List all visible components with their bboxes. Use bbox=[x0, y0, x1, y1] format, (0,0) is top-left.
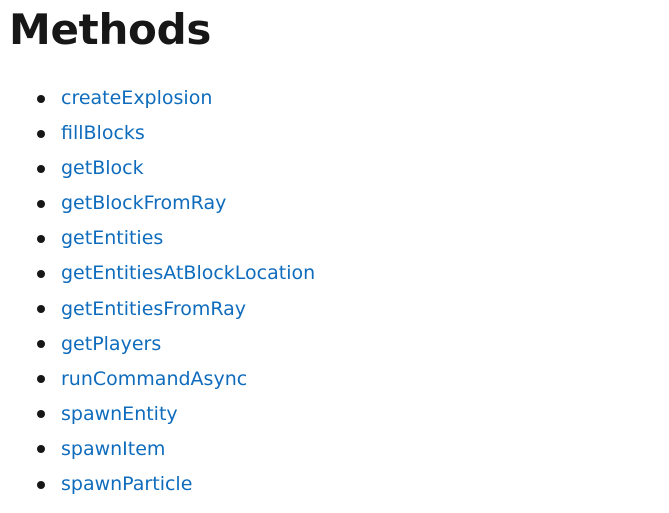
list-item: createExplosion bbox=[0, 81, 315, 116]
bullet-icon bbox=[37, 129, 45, 138]
list-item: getBlock bbox=[0, 151, 315, 186]
method-link-run-command-async[interactable]: runCommandAsync bbox=[61, 368, 247, 390]
bullet-icon bbox=[37, 410, 45, 419]
list-item: fillBlocks bbox=[0, 116, 315, 151]
list-item: getPlayers bbox=[0, 327, 315, 362]
bullet-icon bbox=[37, 480, 45, 489]
method-link-get-block[interactable]: getBlock bbox=[61, 157, 144, 179]
method-link-spawn-entity[interactable]: spawnEntity bbox=[61, 403, 178, 425]
bullet-icon bbox=[37, 305, 45, 314]
method-link-get-block-from-ray[interactable]: getBlockFromRay bbox=[61, 192, 226, 214]
list-item: spawnItem bbox=[0, 432, 315, 467]
bullet-icon bbox=[37, 234, 45, 243]
bullet-icon bbox=[37, 94, 45, 103]
list-item: runCommandAsync bbox=[0, 362, 315, 397]
section-heading: Methods bbox=[9, 5, 212, 54]
list-item: getEntitiesAtBlockLocation bbox=[0, 256, 315, 291]
method-link-create-explosion[interactable]: createExplosion bbox=[61, 87, 212, 109]
method-link-spawn-particle[interactable]: spawnParticle bbox=[61, 473, 192, 495]
list-item: getBlockFromRay bbox=[0, 186, 315, 221]
methods-list: createExplosion fillBlocks getBlock getB… bbox=[0, 81, 315, 502]
bullet-icon bbox=[37, 199, 45, 208]
list-item: getEntities bbox=[0, 221, 315, 256]
method-link-get-entities-from-ray[interactable]: getEntitiesFromRay bbox=[61, 298, 246, 320]
bullet-icon bbox=[37, 445, 45, 454]
methods-section: Methods createExplosion fillBlocks getBl… bbox=[0, 0, 669, 513]
bullet-icon bbox=[37, 375, 45, 384]
method-link-get-players[interactable]: getPlayers bbox=[61, 333, 161, 355]
list-item: spawnParticle bbox=[0, 467, 315, 502]
method-link-get-entities[interactable]: getEntities bbox=[61, 227, 163, 249]
method-link-fill-blocks[interactable]: fillBlocks bbox=[61, 122, 145, 144]
list-item: getEntitiesFromRay bbox=[0, 292, 315, 327]
list-item: spawnEntity bbox=[0, 397, 315, 432]
bullet-icon bbox=[37, 269, 45, 278]
method-link-spawn-item[interactable]: spawnItem bbox=[61, 438, 165, 460]
bullet-icon bbox=[37, 164, 45, 173]
method-link-get-entities-at-block-location[interactable]: getEntitiesAtBlockLocation bbox=[61, 262, 315, 284]
bullet-icon bbox=[37, 340, 45, 349]
